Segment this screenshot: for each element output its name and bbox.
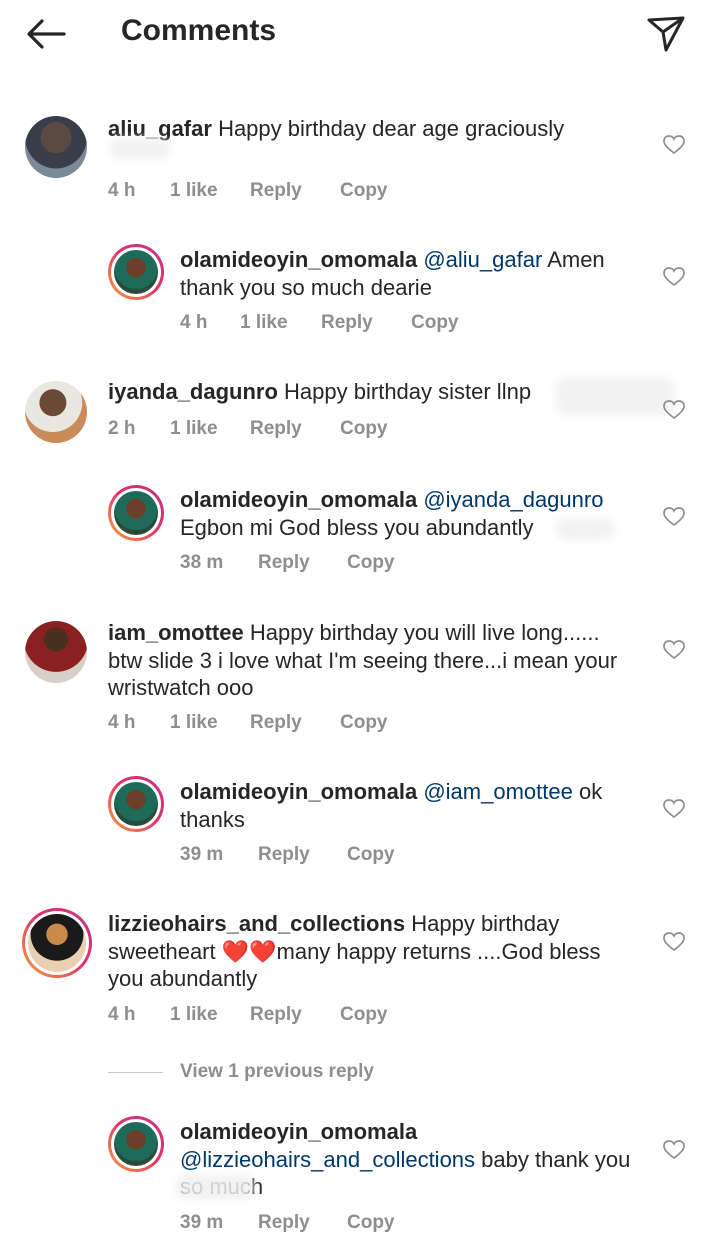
avatar[interactable] bbox=[108, 1116, 164, 1172]
avatar[interactable] bbox=[108, 485, 164, 541]
comment-text: aliu_gafar Happy birthday dear age graci… bbox=[108, 115, 628, 143]
reply-button[interactable]: Reply bbox=[250, 1004, 302, 1026]
avatar[interactable] bbox=[25, 116, 87, 178]
comment-text: lizzieohairs_and_collections Happy birth… bbox=[108, 910, 628, 993]
reply-item: olamideoyin_omomala @iyanda_dagunro Egbo… bbox=[0, 485, 720, 585]
comment-time: 39 m bbox=[180, 844, 224, 865]
reply-button[interactable]: Reply bbox=[258, 844, 310, 866]
likes-count[interactable]: 1 like bbox=[170, 180, 218, 202]
heart-icon[interactable] bbox=[663, 640, 685, 660]
page-title: Comments bbox=[121, 14, 277, 47]
mention-link[interactable]: @aliu_gafar bbox=[423, 247, 542, 272]
copy-button[interactable]: Copy bbox=[347, 844, 395, 866]
comment-username[interactable]: lizzieohairs_and_collections bbox=[108, 911, 405, 936]
blur-overlay bbox=[555, 376, 675, 416]
heart-icon[interactable] bbox=[663, 932, 685, 952]
mention-link[interactable]: @lizzieohairs_and_collections bbox=[180, 1147, 475, 1172]
reply-item: olamideoyin_omomala @aliu_gafar Amen tha… bbox=[0, 244, 720, 344]
comment-time: 38 m bbox=[180, 552, 224, 573]
copy-button[interactable]: Copy bbox=[340, 418, 388, 440]
heart-icon[interactable] bbox=[663, 135, 685, 155]
comment-username[interactable]: olamideoyin_omomala bbox=[180, 1119, 417, 1144]
copy-button[interactable]: Copy bbox=[340, 1004, 388, 1026]
comment-time: 4 h bbox=[108, 712, 136, 733]
comment-time: 4 h bbox=[108, 180, 136, 201]
heart-icon[interactable] bbox=[663, 799, 685, 819]
copy-button[interactable]: Copy bbox=[347, 1212, 395, 1234]
avatar[interactable] bbox=[22, 908, 92, 978]
copy-button[interactable]: Copy bbox=[340, 180, 388, 202]
likes-count[interactable]: 1 like bbox=[240, 312, 288, 334]
top-bar: Comments bbox=[0, 0, 720, 70]
view-previous-label[interactable]: View 1 previous reply bbox=[180, 1061, 374, 1083]
reply-item: olamideoyin_omomala @iam_omottee ok than… bbox=[0, 776, 720, 876]
mention-link[interactable]: @iyanda_dagunro bbox=[423, 487, 603, 512]
reply-button[interactable]: Reply bbox=[250, 180, 302, 202]
avatar[interactable] bbox=[25, 621, 87, 683]
comment-text: iam_omottee Happy birthday you will live… bbox=[108, 619, 628, 702]
copy-button[interactable]: Copy bbox=[411, 312, 459, 334]
paper-plane-icon[interactable] bbox=[645, 14, 687, 54]
heart-icon[interactable] bbox=[663, 507, 685, 527]
comment-username[interactable]: iyanda_dagunro bbox=[108, 379, 278, 404]
likes-count[interactable]: 1 like bbox=[170, 418, 218, 440]
comment-time: 4 h bbox=[108, 1004, 136, 1025]
comment-time: 2 h bbox=[108, 418, 136, 439]
view-previous-replies[interactable]: View 1 previous reply bbox=[108, 1061, 508, 1085]
heart-icon[interactable] bbox=[663, 1140, 685, 1160]
arrow-left-icon[interactable] bbox=[24, 16, 68, 52]
blur-overlay bbox=[110, 138, 170, 160]
avatar[interactable] bbox=[25, 381, 87, 443]
reply-item: olamideoyin_omomala @lizzieohairs_and_co… bbox=[0, 1116, 720, 1241]
comment-username[interactable]: olamideoyin_omomala bbox=[180, 247, 417, 272]
comment-item: iam_omottee Happy birthday you will live… bbox=[0, 618, 720, 738]
reply-button[interactable]: Reply bbox=[258, 552, 310, 574]
avatar[interactable] bbox=[108, 244, 164, 300]
copy-button[interactable]: Copy bbox=[340, 712, 388, 734]
blur-overlay bbox=[555, 518, 615, 540]
divider bbox=[108, 1072, 163, 1073]
comment-body: Egbon mi God bless you abundantly bbox=[180, 514, 534, 540]
comment-username[interactable]: olamideoyin_omomala bbox=[180, 779, 417, 804]
reply-button[interactable]: Reply bbox=[250, 418, 302, 440]
comment-item: iyanda_dagunro Happy birthday sister lln… bbox=[0, 376, 720, 478]
comment-item: aliu_gafar Happy birthday dear age graci… bbox=[0, 113, 720, 213]
heart-icon[interactable] bbox=[663, 267, 685, 287]
comment-time: 4 h bbox=[180, 312, 208, 333]
reply-button[interactable]: Reply bbox=[258, 1212, 310, 1234]
comment-username[interactable]: olamideoyin_omomala bbox=[180, 487, 417, 512]
comment-username[interactable]: iam_omottee bbox=[108, 620, 244, 645]
comment-body: Happy birthday dear age graciously bbox=[218, 116, 565, 141]
comment-text: olamideoyin_omomala @aliu_gafar Amen tha… bbox=[180, 246, 640, 301]
likes-count[interactable]: 1 like bbox=[170, 712, 218, 734]
heart-icon[interactable] bbox=[663, 400, 685, 420]
blur-overlay bbox=[175, 1174, 255, 1200]
copy-button[interactable]: Copy bbox=[347, 552, 395, 574]
mention-link[interactable]: @iam_omottee bbox=[423, 779, 573, 804]
reply-button[interactable]: Reply bbox=[250, 712, 302, 734]
avatar[interactable] bbox=[108, 776, 164, 832]
comment-body: Happy birthday sister llnp bbox=[284, 379, 532, 404]
reply-button[interactable]: Reply bbox=[321, 312, 373, 334]
comment-text: olamideoyin_omomala @iam_omottee ok than… bbox=[180, 778, 640, 833]
comment-item: lizzieohairs_and_collections Happy birth… bbox=[0, 908, 720, 1028]
comment-time: 39 m bbox=[180, 1212, 224, 1233]
comment-text: iyanda_dagunro Happy birthday sister lln… bbox=[108, 378, 628, 406]
likes-count[interactable]: 1 like bbox=[170, 1004, 218, 1026]
